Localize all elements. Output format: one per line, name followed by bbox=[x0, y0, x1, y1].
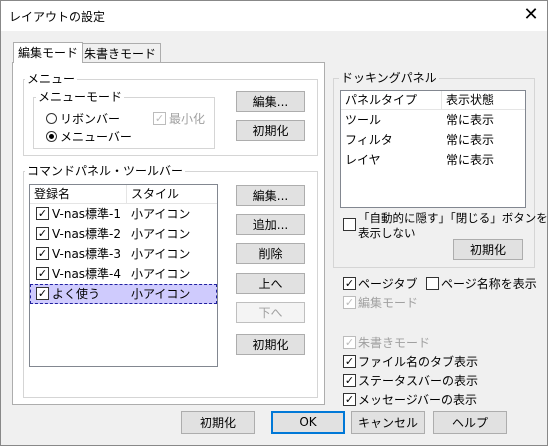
minimize-checkbox[interactable]: ✓ bbox=[153, 112, 166, 125]
edit-mode-label: 編集モード bbox=[358, 296, 419, 310]
command-edit-button[interactable]: 編集... bbox=[236, 185, 305, 206]
tab-edit-mode-label: 編集モード bbox=[18, 46, 79, 60]
status-bar-checkbox[interactable]: ✓ bbox=[343, 374, 356, 387]
file-tab-label: ファイル名のタブ表示 bbox=[358, 355, 479, 369]
menu-reset-button[interactable]: 初期化 bbox=[236, 120, 305, 141]
docking-row[interactable]: レイヤ 常に表示 bbox=[341, 150, 525, 170]
command-list[interactable]: 登録名 スタイル ✓ V-nas標準-1 小アイコン ✓ V-nas標準-2 小… bbox=[29, 184, 218, 367]
row-checkbox[interactable]: ✓ bbox=[36, 227, 49, 240]
ribbon-label: リボンバー bbox=[60, 112, 121, 126]
row-checkbox[interactable]: ✓ bbox=[36, 207, 49, 220]
row-panel-type: レイヤ bbox=[345, 153, 381, 167]
command-list-header: 登録名 スタイル bbox=[30, 185, 217, 204]
tab-red-mode-label: 朱書きモード bbox=[84, 47, 157, 61]
file-tab-checkbox[interactable]: ✓ bbox=[343, 355, 356, 368]
row-display-state: 常に表示 bbox=[446, 113, 495, 127]
close-icon[interactable]: ✕ bbox=[519, 3, 543, 27]
row-style: 小アイコン bbox=[131, 227, 191, 241]
page-name-label: ページ名称を表示 bbox=[441, 277, 537, 291]
menu-mode-label: メニューモード bbox=[36, 90, 125, 104]
menu-group-label: メニュー bbox=[25, 72, 78, 86]
autohide-label-line2: 表示しない bbox=[358, 226, 416, 240]
minimize-label: 最小化 bbox=[169, 112, 206, 126]
row-style: 小アイコン bbox=[131, 247, 191, 261]
docking-reset-button[interactable]: 初期化 bbox=[453, 239, 523, 260]
row-display-state: 常に表示 bbox=[446, 153, 495, 167]
page-tab-label: ページタブ bbox=[358, 277, 418, 291]
page-name-checkbox[interactable] bbox=[426, 277, 439, 290]
col-header-name[interactable]: 登録名 bbox=[34, 185, 70, 203]
tab-edit-mode[interactable]: 編集モード bbox=[13, 42, 84, 63]
command-row[interactable]: ✓ V-nas標準-1 小アイコン bbox=[30, 204, 217, 224]
col-header-panel-type[interactable]: パネルタイプ bbox=[345, 91, 417, 109]
row-style: 小アイコン bbox=[131, 287, 191, 301]
row-name: V-nas標準-2 bbox=[52, 227, 122, 241]
autohide-checkbox[interactable] bbox=[343, 218, 356, 231]
message-bar-checkbox[interactable]: ✓ bbox=[343, 393, 356, 406]
row-style: 小アイコン bbox=[131, 207, 191, 221]
red-mode-label: 朱書きモード bbox=[358, 336, 431, 350]
menu-edit-button[interactable]: 編集... bbox=[236, 91, 305, 112]
command-group-label: コマンドパネル・ツールバー bbox=[25, 164, 186, 178]
ribbon-radio[interactable] bbox=[46, 113, 57, 124]
reset-all-button[interactable]: 初期化 bbox=[181, 411, 255, 434]
command-row[interactable]: ✓ V-nas標準-2 小アイコン bbox=[30, 224, 217, 244]
edit-mode-checkbox[interactable]: ✓ bbox=[343, 296, 356, 309]
command-reset-button[interactable]: 初期化 bbox=[236, 334, 305, 355]
row-name: V-nas標準-4 bbox=[52, 267, 122, 281]
docking-row[interactable]: ツール 常に表示 bbox=[341, 110, 525, 130]
row-name: よく使う bbox=[52, 287, 101, 301]
command-row[interactable]: ✓ V-nas標準-4 小アイコン bbox=[30, 264, 217, 284]
row-checkbox[interactable]: ✓ bbox=[36, 247, 49, 260]
move-down-button[interactable]: 下へ bbox=[236, 302, 305, 323]
col-header-style[interactable]: スタイル bbox=[131, 185, 179, 203]
col-header-display-state[interactable]: 表示状態 bbox=[446, 91, 494, 109]
docking-list[interactable]: パネルタイプ 表示状態 ツール 常に表示 フィルタ 常に表示 レイヤ 常に表示 bbox=[340, 90, 526, 208]
menubar-label: メニューバー bbox=[60, 130, 132, 144]
status-bar-label: ステータスバーの表示 bbox=[358, 374, 479, 388]
page-tab-checkbox[interactable]: ✓ bbox=[343, 277, 356, 290]
docking-list-header: パネルタイプ 表示状態 bbox=[341, 91, 525, 110]
row-checkbox[interactable]: ✓ bbox=[36, 287, 49, 300]
move-up-button[interactable]: 上へ bbox=[236, 273, 305, 294]
message-bar-label: メッセージバーの表示 bbox=[358, 393, 478, 407]
row-panel-type: フィルタ bbox=[345, 133, 393, 147]
command-row-selected[interactable]: ✓ よく使う 小アイコン bbox=[30, 284, 217, 304]
row-display-state: 常に表示 bbox=[446, 133, 495, 147]
row-checkbox[interactable]: ✓ bbox=[36, 267, 49, 280]
red-mode-checkbox[interactable]: ✓ bbox=[343, 336, 356, 349]
row-style: 小アイコン bbox=[131, 267, 191, 281]
tab-red-mode[interactable]: 朱書きモード bbox=[79, 43, 162, 63]
help-button[interactable]: ヘルプ bbox=[433, 411, 507, 434]
docking-group-label: ドッキングパネル bbox=[339, 71, 439, 85]
cancel-button[interactable]: キャンセル bbox=[351, 411, 425, 434]
autohide-label-line1: 「自動的に隠す」「閉じる」ボタンを bbox=[358, 211, 548, 225]
command-delete-button[interactable]: 削除 bbox=[236, 243, 305, 264]
row-name: V-nas標準-3 bbox=[52, 247, 122, 261]
command-add-button[interactable]: 追加... bbox=[236, 214, 305, 235]
command-row[interactable]: ✓ V-nas標準-3 小アイコン bbox=[30, 244, 217, 264]
window-title: レイアウトの設定 bbox=[9, 10, 106, 24]
row-name: V-nas標準-1 bbox=[52, 207, 122, 221]
menubar-radio[interactable] bbox=[46, 131, 57, 142]
row-panel-type: ツール bbox=[345, 113, 382, 127]
ok-button[interactable]: OK bbox=[271, 411, 345, 434]
docking-row[interactable]: フィルタ 常に表示 bbox=[341, 130, 525, 150]
